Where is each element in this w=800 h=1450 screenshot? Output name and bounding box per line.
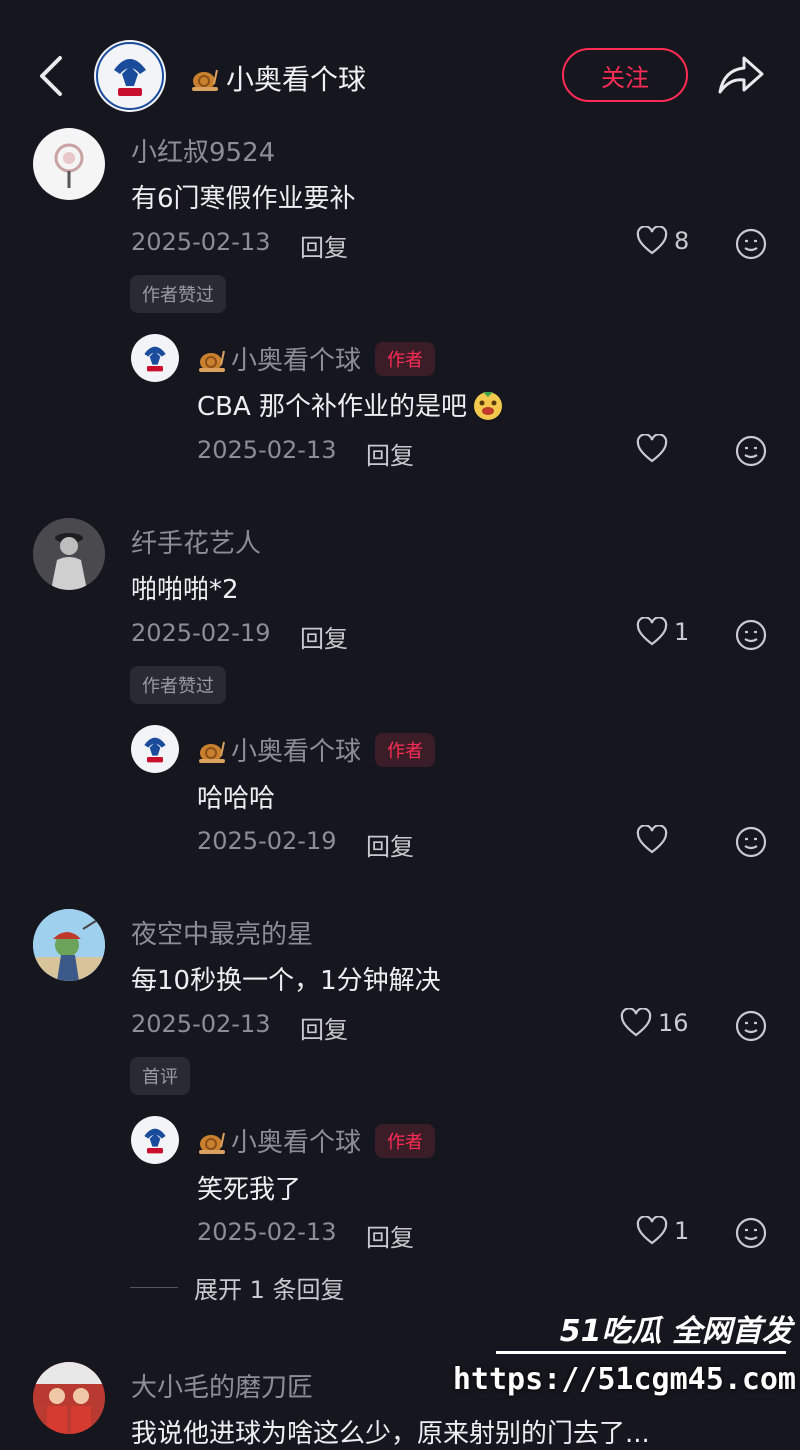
reply-button[interactable]: 回复 bbox=[300, 1010, 348, 1045]
reply-text: CBA 那个补作业的是吧 bbox=[197, 392, 468, 422]
like-button[interactable]: 8 bbox=[636, 226, 689, 256]
lollipop-avatar-icon bbox=[54, 143, 84, 188]
like-count: 8 bbox=[674, 227, 690, 255]
reply-username-text: 小奥看个球 bbox=[231, 346, 362, 376]
commenter-avatar[interactable] bbox=[33, 1362, 105, 1434]
commenter-avatar[interactable] bbox=[33, 909, 105, 981]
expand-replies-button[interactable]: 展开 1 条回复 bbox=[130, 1270, 345, 1305]
reply-avatar[interactable] bbox=[131, 334, 179, 382]
heart-icon bbox=[636, 226, 668, 255]
share-icon[interactable] bbox=[716, 54, 766, 98]
reply-username[interactable]: 小奥看个球 作者 bbox=[197, 340, 436, 377]
heart-icon bbox=[636, 617, 668, 646]
author-badge: 作者 bbox=[375, 341, 436, 376]
reply-avatar[interactable] bbox=[131, 725, 179, 773]
heart-icon bbox=[620, 1008, 652, 1037]
reply-button[interactable]: 回复 bbox=[366, 1218, 414, 1253]
like-button[interactable]: 1 bbox=[636, 1216, 689, 1246]
like-count: 1 bbox=[674, 1217, 690, 1245]
watermark-title: 51吃瓜 全网首发 bbox=[559, 1314, 792, 1349]
comment-username[interactable]: 大小毛的磨刀匠 bbox=[131, 1367, 313, 1404]
reply-button[interactable]: 回复 bbox=[300, 228, 348, 263]
crest-icon bbox=[96, 42, 164, 110]
reply-username[interactable]: 小奥看个球 作者 bbox=[197, 1122, 436, 1159]
cartoon-avatar-icon bbox=[33, 909, 105, 981]
watermark: 51吃瓜 全网首发 https://51cgm45.com bbox=[453, 1306, 796, 1436]
comment-date: 2025-02-19 bbox=[131, 619, 271, 647]
account-name[interactable]: 小奥看个球 bbox=[190, 58, 366, 98]
reply-text: 哈哈哈 bbox=[197, 784, 276, 814]
author-badge: 作者 bbox=[375, 1123, 436, 1158]
first-comment-badge: 首评 bbox=[130, 1057, 190, 1095]
comment-username[interactable]: 小红叔9524 bbox=[131, 132, 275, 169]
snail-icon bbox=[199, 741, 225, 763]
commenter-avatar[interactable] bbox=[33, 128, 105, 200]
laughing-emoji-icon bbox=[474, 391, 503, 420]
comment-text: 有6门寒假作业要补 bbox=[131, 184, 356, 214]
commenter-avatar[interactable] bbox=[33, 518, 105, 590]
like-button[interactable] bbox=[636, 434, 668, 464]
reply-date: 2025-02-13 bbox=[197, 436, 337, 464]
team-photo-avatar-icon bbox=[33, 1362, 105, 1434]
emoji-reaction-icon[interactable] bbox=[735, 1217, 767, 1249]
back-arrow-icon[interactable] bbox=[36, 55, 66, 97]
divider bbox=[130, 1287, 178, 1288]
comment-username[interactable]: 纤手花艺人 bbox=[131, 523, 261, 560]
emoji-reaction-icon[interactable] bbox=[735, 826, 767, 858]
author-liked-badge: 作者赞过 bbox=[130, 275, 226, 313]
comment-text: 啪啪啪*2 bbox=[131, 575, 239, 605]
like-count: 16 bbox=[658, 1009, 689, 1037]
heart-icon bbox=[636, 1216, 668, 1245]
reply-username-text: 小奥看个球 bbox=[231, 1128, 362, 1158]
heart-icon bbox=[636, 825, 668, 854]
reply-username-text: 小奥看个球 bbox=[231, 737, 362, 767]
crest-icon bbox=[133, 727, 177, 771]
follow-button[interactable]: 关注 bbox=[562, 48, 688, 102]
comment-date: 2025-02-13 bbox=[131, 1010, 271, 1038]
like-button[interactable] bbox=[636, 825, 668, 855]
reply-text-row: CBA 那个补作业的是吧 bbox=[197, 386, 505, 423]
reply-button[interactable]: 回复 bbox=[300, 619, 348, 654]
reply-date: 2025-02-13 bbox=[197, 1218, 337, 1246]
reply-button[interactable]: 回复 bbox=[366, 827, 414, 862]
account-avatar[interactable] bbox=[94, 40, 166, 112]
heart-icon bbox=[636, 434, 668, 463]
account-name-text: 小奥看个球 bbox=[226, 63, 367, 96]
author-liked-badge: 作者赞过 bbox=[130, 666, 226, 704]
reply-avatar[interactable] bbox=[131, 1116, 179, 1164]
snail-icon bbox=[199, 350, 225, 372]
reply-date: 2025-02-19 bbox=[197, 827, 337, 855]
emoji-reaction-icon[interactable] bbox=[735, 619, 767, 651]
like-button[interactable]: 16 bbox=[620, 1008, 689, 1038]
reply-button[interactable]: 回复 bbox=[366, 436, 414, 471]
reply-text: 笑死我了 bbox=[197, 1175, 302, 1205]
emoji-reaction-icon[interactable] bbox=[735, 1010, 767, 1042]
comment-date: 2025-02-13 bbox=[131, 228, 271, 256]
comment-text: 每10秒换一个，1分钟解决 bbox=[131, 966, 441, 996]
emoji-reaction-icon[interactable] bbox=[735, 228, 767, 260]
watermark-url: https://51cgm45.com bbox=[452, 1362, 796, 1397]
like-button[interactable]: 1 bbox=[636, 617, 689, 647]
snail-icon bbox=[199, 1132, 225, 1154]
watermark-divider bbox=[496, 1351, 786, 1354]
reply-username[interactable]: 小奥看个球 作者 bbox=[197, 731, 436, 768]
crest-icon bbox=[133, 336, 177, 380]
person-photo-avatar-icon bbox=[33, 518, 105, 590]
emoji-reaction-icon[interactable] bbox=[735, 435, 767, 467]
crest-icon bbox=[133, 1118, 177, 1162]
expand-replies-label: 展开 1 条回复 bbox=[194, 1276, 345, 1304]
snail-icon bbox=[192, 69, 218, 91]
top-bar: 小奥看个球 关注 bbox=[0, 0, 800, 130]
comment-username[interactable]: 夜空中最亮的星 bbox=[131, 914, 313, 951]
like-count: 1 bbox=[674, 618, 690, 646]
author-badge: 作者 bbox=[375, 732, 436, 767]
